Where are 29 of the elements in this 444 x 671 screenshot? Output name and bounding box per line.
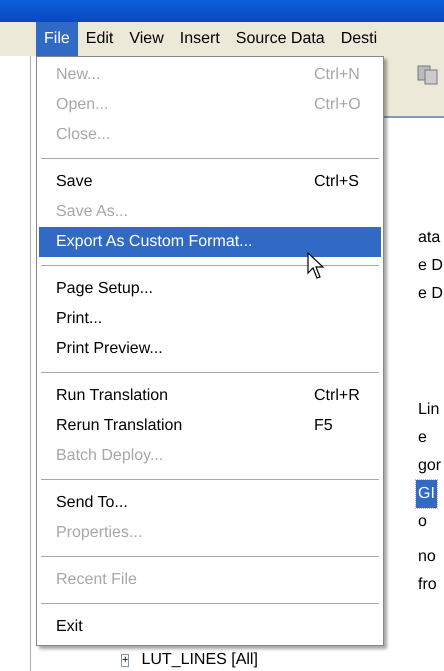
copy-icon[interactable] [416,64,440,86]
menu-bar-item[interactable]: Edit [78,22,122,56]
mouse-pointer-icon [307,252,325,280]
tree-item[interactable]: o [416,508,429,536]
menu-item[interactable]: Save Ctrl+S [39,167,381,197]
tree-item[interactable]: Lin [416,396,442,424]
menu-bar-item[interactable]: Desti [332,22,386,56]
tree-item[interactable]: ata [416,224,442,252]
tree-item[interactable]: fro [416,571,439,599]
menu-item[interactable]: Page Setup... [39,274,381,304]
tree-item[interactable]: gor [416,452,444,480]
tree-item[interactable]: GI [416,480,437,508]
tree-item[interactable]: LUT_LINES [All] [141,651,258,669]
menu-item[interactable]: Run Translation Ctrl+R [39,381,381,411]
menu-bar-item[interactable]: Source Data [228,22,333,56]
tree-item[interactable]: e D [416,280,444,308]
tree-item[interactable]: e D [416,252,444,280]
menu-bar-item[interactable]: File [36,22,78,56]
menu-item[interactable]: Print... [39,304,381,334]
menu-item[interactable]: Exit [39,612,381,642]
menu-bar-item[interactable]: View [121,22,172,56]
menu-item[interactable]: Export As Custom Format... [39,227,381,257]
tree-item[interactable]: no [416,543,438,571]
menu-item[interactable]: Print Preview... [39,334,381,364]
menu-item[interactable]: Send To... [39,488,381,518]
menu-item[interactable]: Rerun Translation F5 [39,411,381,441]
menu-bar-item[interactable]: Insert [172,22,228,56]
tree-item[interactable]: e [416,424,429,452]
expand-button[interactable]: + [121,654,130,666]
